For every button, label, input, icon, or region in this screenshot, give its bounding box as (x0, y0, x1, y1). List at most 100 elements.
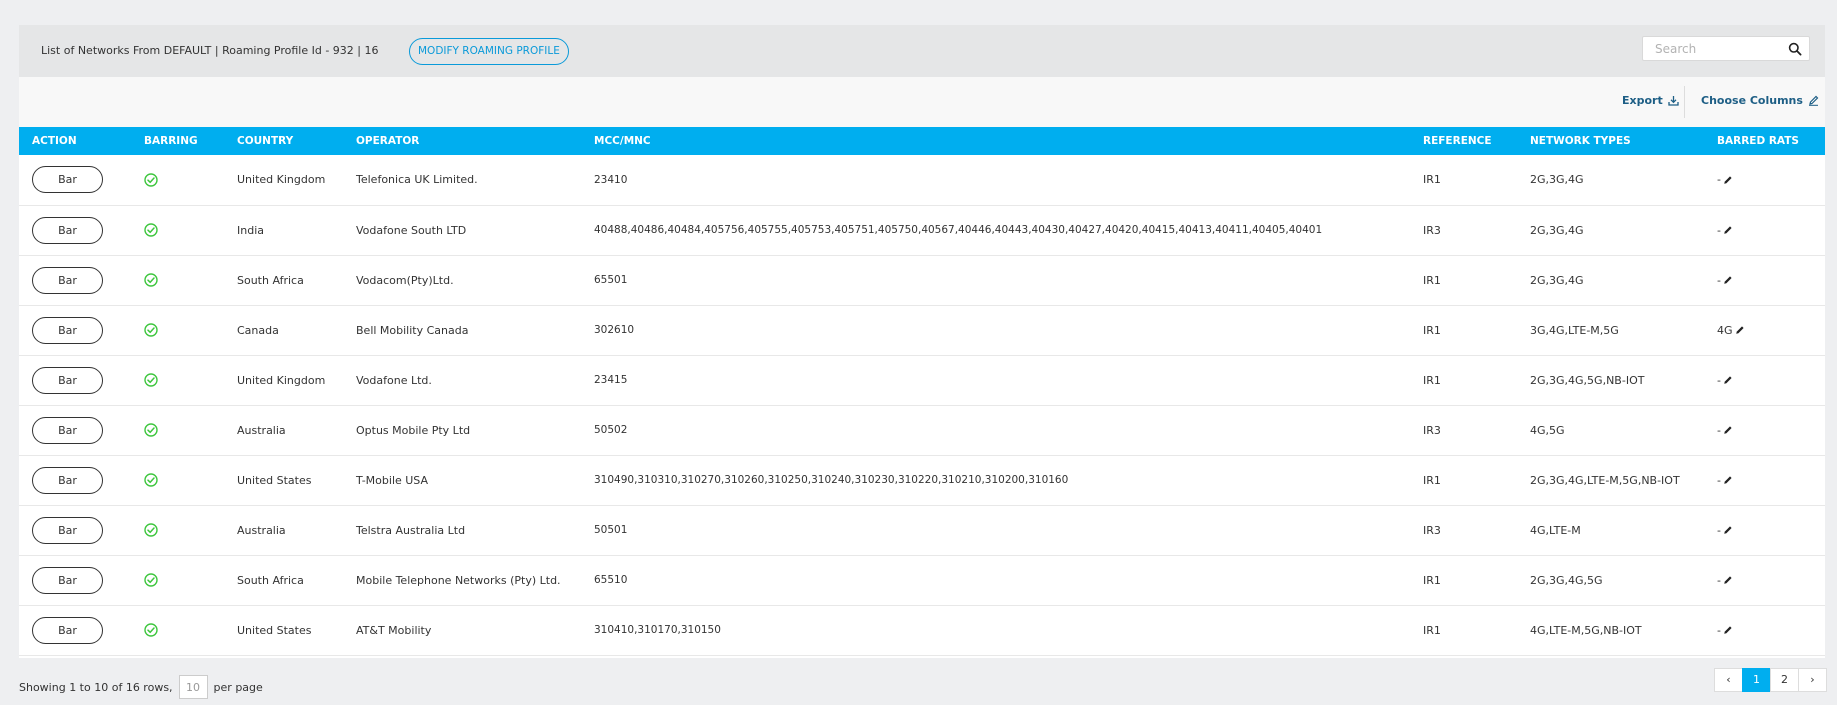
export-label: Export (1622, 94, 1663, 107)
network-types-cell: 2G,3G,4G,LTE-M,5G,NB-IOT (1517, 455, 1704, 506)
barring-cell (131, 155, 224, 206)
export-button[interactable]: Export (1622, 94, 1679, 107)
column-header-barred-rats[interactable]: BARRED RATS (1704, 127, 1825, 155)
column-header-network-types[interactable]: NETWORK TYPES (1517, 127, 1704, 155)
operator-cell: Optus Mobile Pty Ltd (343, 405, 581, 456)
table-row: Bar Australia Telstra Australia Ltd 50501 IR… (19, 505, 1825, 556)
barred-rats-cell: - (1704, 205, 1825, 256)
column-header-mcc-mnc[interactable]: MCC/MNC (581, 127, 1410, 155)
barred-rats-cell: 4G (1704, 305, 1825, 356)
next-page-button[interactable]: › (1798, 668, 1827, 692)
mcc-mnc-cell: 23415 (581, 355, 1410, 406)
table-row: Bar South Africa Vodacom(Pty)Ltd. 65501 IR1 2… (19, 255, 1825, 306)
bar-button[interactable]: Bar (32, 316, 103, 344)
bar-button[interactable]: Bar (32, 466, 103, 494)
country-cell: Australia (224, 505, 343, 556)
column-header-barring[interactable]: BARRING (131, 127, 224, 155)
action-cell: Bar (19, 455, 131, 506)
bar-button[interactable]: Bar (32, 216, 103, 244)
barred-rats-cell: - (1704, 255, 1825, 306)
country-cell: South Africa (224, 555, 343, 606)
barred-rats-cell: - (1704, 155, 1825, 206)
search-input[interactable] (1643, 37, 1783, 60)
check-circle-icon (144, 573, 158, 587)
bar-button[interactable]: Bar (32, 566, 103, 594)
check-circle-icon (144, 273, 158, 287)
pencil-icon[interactable] (1723, 375, 1733, 385)
search-icon[interactable] (1788, 42, 1802, 56)
network-types-cell: 2G,3G,4G (1517, 205, 1704, 256)
network-types-cell: 2G,3G,4G,5G,NB-IOT (1517, 355, 1704, 406)
barring-cell (131, 605, 224, 656)
pencil-icon[interactable] (1723, 175, 1733, 185)
barred-rats-cell: - (1704, 355, 1825, 406)
pencil-icon[interactable] (1735, 325, 1745, 335)
pencil-icon[interactable] (1723, 575, 1733, 585)
bar-button[interactable]: Bar (32, 366, 103, 394)
panel-header: List of Networks From DEFAULT | Roaming … (19, 25, 1825, 77)
operator-cell: Telefonica UK Limited. (343, 155, 581, 206)
choose-columns-button[interactable]: Choose Columns (1701, 94, 1819, 107)
country-cell: South Africa (224, 255, 343, 306)
search-box (1642, 36, 1810, 61)
action-cell: Bar (19, 505, 131, 556)
page-2-button[interactable]: 2 (1770, 668, 1799, 692)
bar-button[interactable]: Bar (32, 266, 103, 294)
pencil-icon[interactable] (1723, 475, 1733, 485)
column-header-operator[interactable]: OPERATOR (343, 127, 581, 155)
network-types-cell: 4G,5G (1517, 405, 1704, 456)
table-row: Bar South Africa Mobile Telephone Networks… (19, 555, 1825, 606)
barring-cell (131, 505, 224, 556)
modify-roaming-profile-button[interactable]: MODIFY ROAMING PROFILE (409, 38, 569, 65)
barred-rats-value: - (1717, 273, 1721, 287)
barred-rats-value: - (1717, 573, 1721, 587)
pencil-icon[interactable] (1723, 275, 1733, 285)
barred-rats-cell: - (1704, 405, 1825, 456)
barring-cell (131, 405, 224, 456)
barring-cell (131, 455, 224, 506)
showing-rows-text: Showing 1 to 10 of 16 rows, (19, 680, 173, 694)
table-row: Bar Australia Optus Mobile Pty Ltd 50502 IR3… (19, 405, 1825, 456)
reference-cell: IR1 (1410, 605, 1517, 656)
action-cell: Bar (19, 605, 131, 656)
barring-cell (131, 255, 224, 306)
networks-panel: List of Networks From DEFAULT | Roaming … (19, 25, 1825, 658)
per-page-label: per page (213, 680, 263, 694)
per-page-input[interactable] (178, 675, 208, 699)
column-header-country[interactable]: COUNTRY (224, 127, 343, 155)
operator-cell: Vodafone South LTD (343, 205, 581, 256)
network-types-cell: 4G,LTE-M,5G,NB-IOT (1517, 605, 1704, 656)
pencil-icon[interactable] (1723, 225, 1733, 235)
page-1-button[interactable]: 1 (1742, 668, 1771, 692)
network-types-cell: 3G,4G,LTE-M,5G (1517, 305, 1704, 356)
table-row: Bar United States T-Mobile USA 310490,31031… (19, 455, 1825, 506)
country-cell: United States (224, 605, 343, 656)
mcc-mnc-cell: 23410 (581, 155, 1410, 206)
prev-page-button[interactable]: ‹ (1714, 668, 1743, 692)
reference-cell: IR1 (1410, 355, 1517, 406)
reference-cell: IR1 (1410, 455, 1517, 506)
table-row: Bar United Kingdom Vodafone Ltd. 23415 IR1 2G… (19, 355, 1825, 406)
reference-cell: IR1 (1410, 255, 1517, 306)
reference-cell: IR3 (1410, 205, 1517, 256)
reference-cell: IR1 (1410, 305, 1517, 356)
pencil-icon[interactable] (1723, 625, 1733, 635)
pencil-icon[interactable] (1723, 425, 1733, 435)
pencil-icon[interactable] (1723, 525, 1733, 535)
column-header-reference[interactable]: REFERENCE (1410, 127, 1517, 155)
choose-columns-label: Choose Columns (1701, 94, 1803, 107)
barred-rats-value: - (1717, 523, 1721, 537)
pencil-icon (1808, 95, 1819, 106)
table-row: Bar India Vodafone South LTD 40488,40486,40… (19, 205, 1825, 256)
barred-rats-value: - (1717, 173, 1721, 187)
mcc-mnc-cell: 310410,310170,310150 (581, 605, 1410, 656)
operator-cell: Vodafone Ltd. (343, 355, 581, 406)
bar-button[interactable]: Bar (32, 416, 103, 444)
column-header-action[interactable]: ACTION (19, 127, 131, 155)
bar-button[interactable]: Bar (32, 166, 103, 194)
table-header-row: ACTION BARRING COUNTRY OPERATOR MCC/MNC … (19, 127, 1825, 155)
bar-button[interactable]: Bar (32, 616, 103, 644)
barring-cell (131, 355, 224, 406)
bar-button[interactable]: Bar (32, 516, 103, 544)
operator-cell: Mobile Telephone Networks (Pty) Ltd. (343, 555, 581, 606)
